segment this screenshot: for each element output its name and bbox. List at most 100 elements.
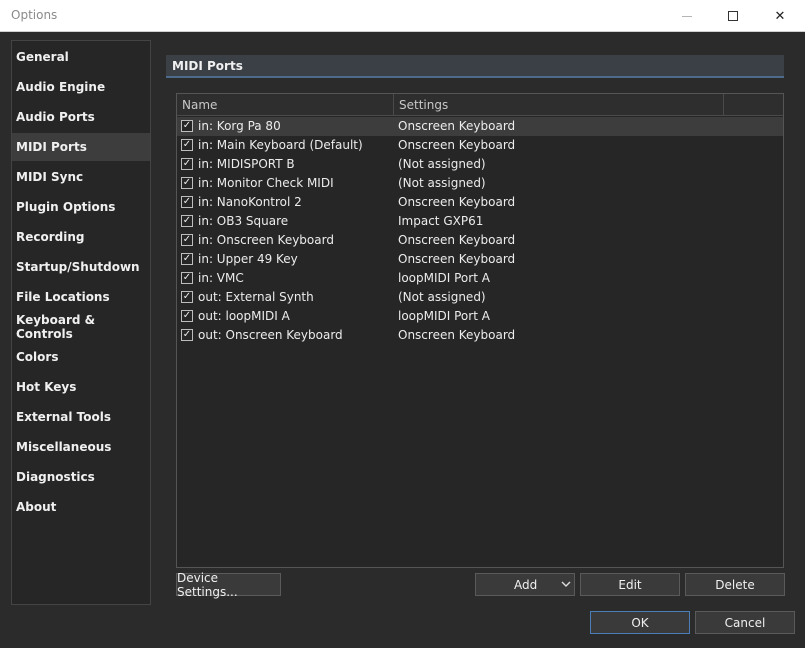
port-enabled-checkbox[interactable]: ✓	[181, 329, 193, 341]
cancel-button[interactable]: Cancel	[695, 611, 795, 634]
sidebar-item-label: File Locations	[16, 290, 110, 304]
sidebar-item-audio-ports[interactable]: Audio Ports	[12, 103, 150, 131]
check-icon: ✓	[182, 120, 192, 131]
table-row[interactable]: ✓ in: VMC loopMIDI Port A	[177, 269, 783, 288]
port-settings: Onscreen Keyboard	[398, 328, 516, 342]
chevron-down-icon[interactable]	[561, 577, 571, 594]
check-icon: ✓	[182, 215, 192, 226]
table-row[interactable]: ✓ out: loopMIDI A loopMIDI Port A	[177, 307, 783, 326]
sidebar-item-about[interactable]: About	[12, 493, 150, 521]
panel-header: MIDI Ports	[166, 55, 784, 78]
table-row[interactable]: ✓ in: Main Keyboard (Default) Onscreen K…	[177, 136, 783, 155]
port-name: out: Onscreen Keyboard	[198, 328, 343, 342]
edit-button[interactable]: Edit	[580, 573, 680, 596]
sidebar-item-keyboard-controls[interactable]: Keyboard & Controls	[12, 313, 150, 341]
port-settings: Onscreen Keyboard	[398, 119, 516, 133]
check-icon: ✓	[182, 272, 192, 283]
sidebar-item-midi-ports[interactable]: MIDI Ports	[12, 133, 150, 161]
table-row[interactable]: ✓ in: Upper 49 Key Onscreen Keyboard	[177, 250, 783, 269]
check-icon: ✓	[182, 310, 192, 321]
table-row[interactable]: ✓ in: Monitor Check MIDI (Not assigned)	[177, 174, 783, 193]
sidebar-item-label: MIDI Sync	[16, 170, 84, 184]
list-header: Name Settings	[177, 94, 783, 116]
close-icon: ✕	[774, 8, 786, 24]
sidebar-item-plugin-options[interactable]: Plugin Options	[12, 193, 150, 221]
device-settings-button[interactable]: Device Settings...	[176, 571, 281, 599]
sidebar-item-external-tools[interactable]: External Tools	[12, 403, 150, 431]
sidebar-item-label: Startup/Shutdown	[16, 260, 140, 274]
port-enabled-checkbox[interactable]: ✓	[181, 139, 193, 151]
sidebar-item-diagnostics[interactable]: Diagnostics	[12, 463, 150, 491]
ok-button[interactable]: OK	[590, 611, 690, 634]
maximize-button[interactable]	[710, 0, 756, 32]
sidebar-item-colors[interactable]: Colors	[12, 343, 150, 371]
table-row[interactable]: ✓ out: External Synth (Not assigned)	[177, 288, 783, 307]
port-enabled-checkbox[interactable]: ✓	[181, 310, 193, 322]
check-icon: ✓	[182, 253, 192, 264]
port-enabled-checkbox[interactable]: ✓	[181, 158, 193, 170]
port-name: in: Monitor Check MIDI	[198, 176, 334, 190]
port-settings: (Not assigned)	[398, 176, 486, 190]
sidebar-item-label: Audio Engine	[16, 80, 106, 94]
table-row[interactable]: ✓ in: Onscreen Keyboard Onscreen Keyboar…	[177, 231, 783, 250]
port-enabled-checkbox[interactable]: ✓	[181, 196, 193, 208]
table-row[interactable]: ✓ out: Onscreen Keyboard Onscreen Keyboa…	[177, 326, 783, 345]
midi-ports-list[interactable]: Name Settings ✓ in: Korg Pa 80 Onscreen …	[176, 93, 784, 568]
column-header-settings[interactable]: Settings	[394, 94, 724, 116]
port-settings: loopMIDI Port A	[398, 271, 490, 285]
close-button[interactable]: ✕	[757, 0, 803, 32]
port-enabled-checkbox[interactable]: ✓	[181, 215, 193, 227]
port-name: in: Korg Pa 80	[198, 119, 281, 133]
port-name: in: NanoKontrol 2	[198, 195, 302, 209]
port-name: in: Onscreen Keyboard	[198, 233, 334, 247]
check-icon: ✓	[182, 158, 192, 169]
maximize-icon	[728, 11, 738, 21]
delete-button[interactable]: Delete	[685, 573, 785, 596]
port-enabled-checkbox[interactable]: ✓	[181, 234, 193, 246]
port-name: in: MIDISPORT B	[198, 157, 295, 171]
column-header-empty[interactable]	[724, 94, 783, 116]
sidebar-item-general[interactable]: General	[12, 43, 150, 71]
table-row[interactable]: ✓ in: OB3 Square Impact GXP61	[177, 212, 783, 231]
page-title: MIDI Ports	[172, 59, 243, 73]
add-button-label: Add	[514, 578, 538, 592]
port-settings: loopMIDI Port A	[398, 309, 490, 323]
port-settings: Onscreen Keyboard	[398, 195, 516, 209]
sidebar-item-label: About	[16, 500, 57, 514]
table-row[interactable]: ✓ in: Korg Pa 80 Onscreen Keyboard	[177, 117, 783, 136]
sidebar-item-label: Recording	[16, 230, 85, 244]
column-header-name[interactable]: Name	[177, 94, 394, 116]
sidebar-item-file-locations[interactable]: File Locations	[12, 283, 150, 311]
options-sidebar: General Audio Engine Audio Ports MIDI Po…	[11, 40, 151, 605]
minimize-button[interactable]	[664, 0, 710, 32]
port-settings: Onscreen Keyboard	[398, 138, 516, 152]
sidebar-item-midi-sync[interactable]: MIDI Sync	[12, 163, 150, 191]
port-enabled-checkbox[interactable]: ✓	[181, 291, 193, 303]
sidebar-item-label: Miscellaneous	[16, 440, 112, 454]
table-row[interactable]: ✓ in: MIDISPORT B (Not assigned)	[177, 155, 783, 174]
sidebar-item-label: Plugin Options	[16, 200, 116, 214]
port-name: in: Main Keyboard (Default)	[198, 138, 363, 152]
title-bar: Options ✕	[0, 0, 805, 32]
sidebar-item-label: Keyboard & Controls	[16, 313, 96, 341]
table-row[interactable]: ✓ in: NanoKontrol 2 Onscreen Keyboard	[177, 193, 783, 212]
sidebar-item-hot-keys[interactable]: Hot Keys	[12, 373, 150, 401]
port-enabled-checkbox[interactable]: ✓	[181, 253, 193, 265]
sidebar-item-label: External Tools	[16, 410, 111, 424]
sidebar-item-label: Audio Ports	[16, 110, 95, 124]
sidebar-item-audio-engine[interactable]: Audio Engine	[12, 73, 150, 101]
sidebar-item-label: General	[16, 50, 69, 64]
port-enabled-checkbox[interactable]: ✓	[181, 120, 193, 132]
port-settings: Onscreen Keyboard	[398, 252, 516, 266]
window-title: Options	[11, 8, 58, 22]
check-icon: ✓	[182, 196, 192, 207]
port-name: in: OB3 Square	[198, 214, 289, 228]
sidebar-item-miscellaneous[interactable]: Miscellaneous	[12, 433, 150, 461]
sidebar-item-label: Hot Keys	[16, 380, 77, 394]
sidebar-item-startup-shutdown[interactable]: Startup/Shutdown	[12, 253, 150, 281]
sidebar-item-label: Colors	[16, 350, 59, 364]
port-enabled-checkbox[interactable]: ✓	[181, 272, 193, 284]
port-enabled-checkbox[interactable]: ✓	[181, 177, 193, 189]
sidebar-item-recording[interactable]: Recording	[12, 223, 150, 251]
add-button[interactable]: Add	[475, 573, 575, 596]
